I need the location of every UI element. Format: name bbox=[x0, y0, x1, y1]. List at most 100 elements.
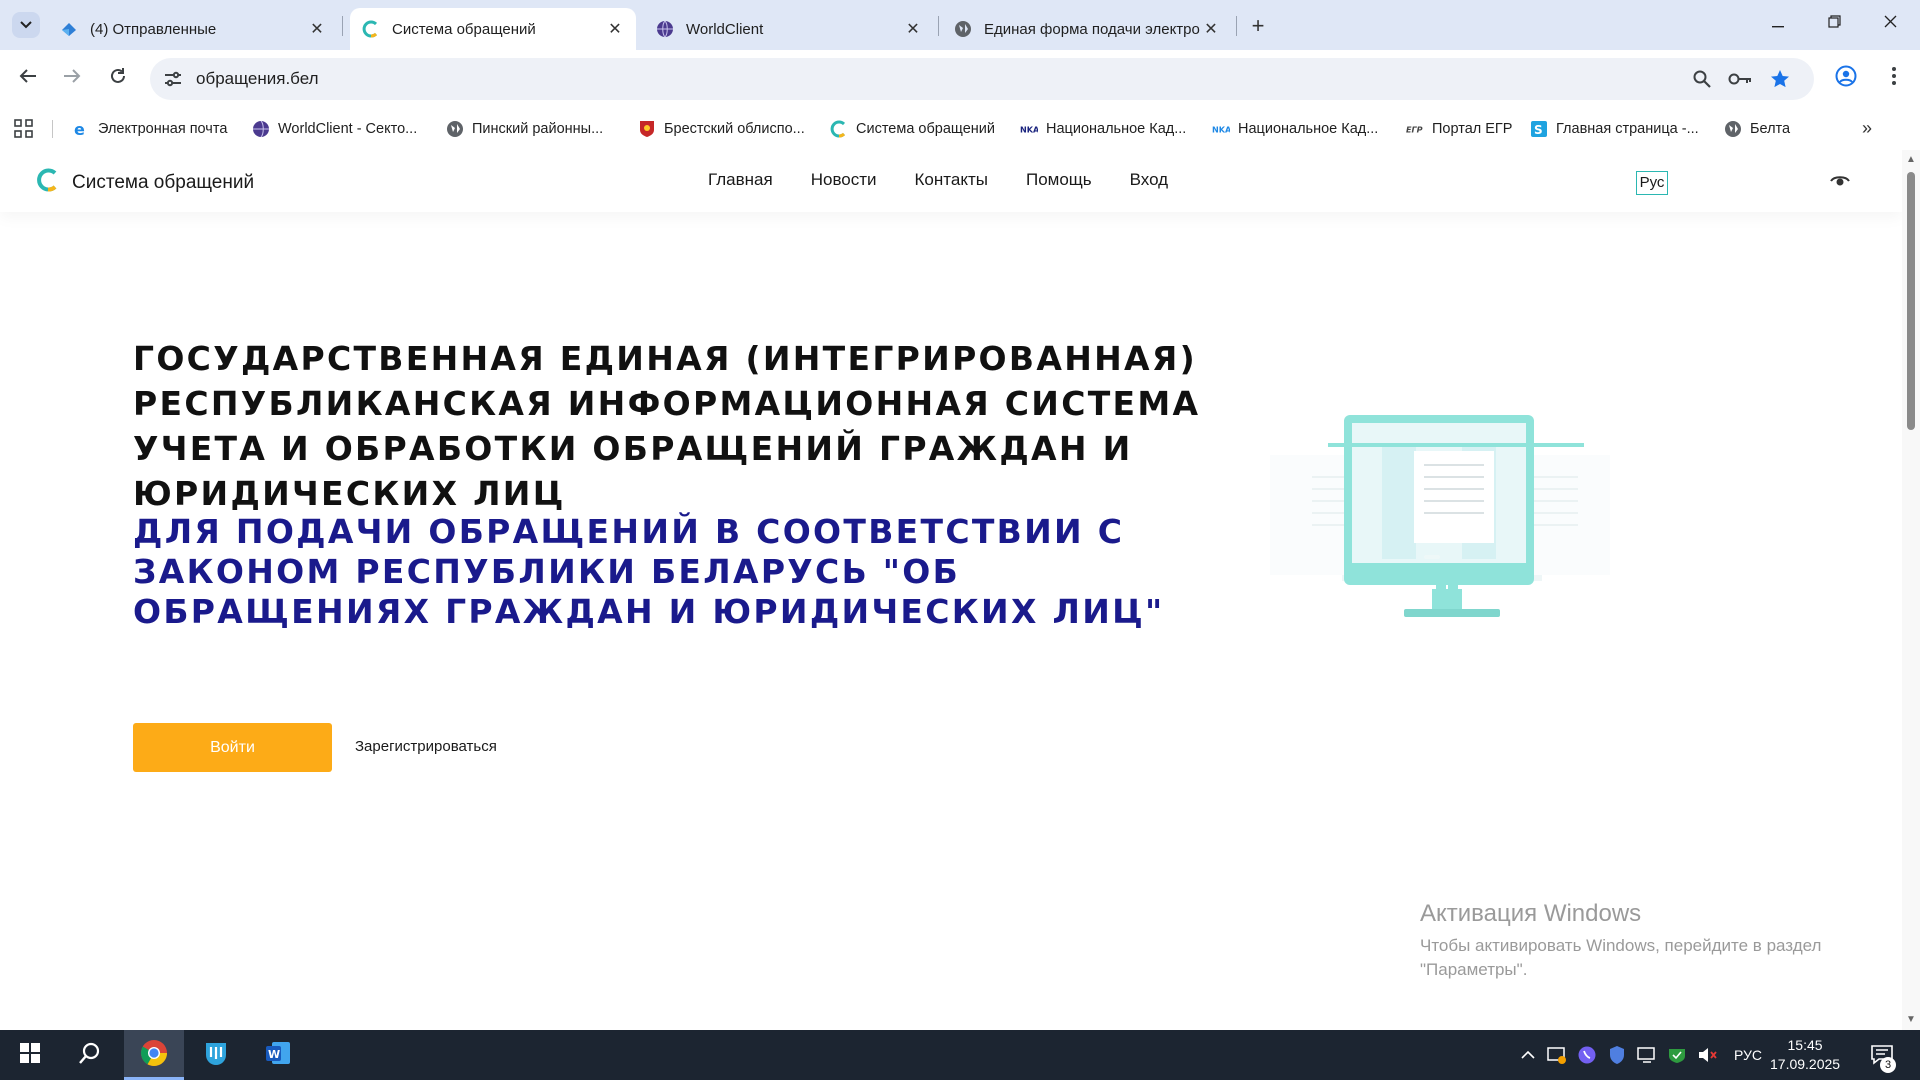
language-selector[interactable]: Рус bbox=[1636, 171, 1668, 195]
close-window-button[interactable] bbox=[1862, 8, 1918, 40]
bookmark-label: Брестский облиспо... bbox=[664, 121, 805, 137]
tab-appeals-system[interactable]: Система обращений ✕ bbox=[350, 8, 636, 50]
menu-item-help[interactable]: Помощь bbox=[1026, 170, 1092, 190]
bookmark-belta[interactable]: Белта bbox=[1724, 118, 1790, 140]
site-settings-icon[interactable] bbox=[162, 68, 184, 90]
notifications-icon[interactable] bbox=[1862, 1030, 1902, 1080]
tab-unified-form[interactable]: Единая форма подачи электро ✕ bbox=[942, 8, 1232, 50]
search-button[interactable] bbox=[60, 1030, 120, 1080]
search-icon bbox=[78, 1041, 102, 1070]
tab-search-button[interactable] bbox=[12, 12, 40, 38]
close-tab-icon[interactable]: ✕ bbox=[904, 20, 922, 38]
tab-separator bbox=[1236, 16, 1237, 36]
scroll-down-icon[interactable]: ▼ bbox=[1906, 1014, 1916, 1025]
computer-illustration bbox=[1270, 415, 1610, 640]
web-page: Система обращений Главная Новости Контак… bbox=[0, 150, 1902, 1030]
nka-logo-icon: NKA bbox=[1020, 120, 1038, 138]
tray-update-icon[interactable] bbox=[1544, 1030, 1570, 1080]
globe-icon bbox=[446, 120, 464, 138]
bookmark-worldclient[interactable]: WorldClient - Секто... bbox=[252, 118, 417, 140]
apps-grid-icon[interactable] bbox=[14, 119, 34, 144]
tab-title: WorldClient bbox=[686, 20, 764, 38]
tab-worldclient[interactable]: WorldClient ✕ bbox=[644, 8, 934, 50]
site-header: Система обращений Главная Новости Контак… bbox=[0, 150, 1902, 212]
restore-icon bbox=[1827, 15, 1841, 33]
windows-taskbar: W РУС 15:45 17.09.2025 3 bbox=[0, 1030, 1920, 1080]
globe-purple-icon bbox=[252, 120, 270, 138]
scroll-thumb[interactable] bbox=[1907, 172, 1915, 430]
zoom-icon[interactable] bbox=[1690, 67, 1714, 91]
bookmark-main-page[interactable]: S Главная страница -... bbox=[1530, 118, 1699, 140]
bookmark-email[interactable]: e Электронная почта bbox=[72, 118, 227, 140]
antivirus-icon[interactable] bbox=[1664, 1030, 1690, 1080]
globe-icon bbox=[1724, 120, 1742, 138]
bookmarks-divider bbox=[52, 120, 53, 138]
more-bookmarks-icon[interactable]: » bbox=[1862, 118, 1872, 139]
new-tab-button[interactable]: + bbox=[1244, 12, 1272, 40]
brand-name: Система обращений bbox=[72, 171, 255, 193]
tab-separator bbox=[938, 16, 939, 36]
tab-sent[interactable]: (4) Отправленные ✕ bbox=[48, 8, 338, 50]
eye-icon[interactable] bbox=[1830, 174, 1850, 193]
address-bar[interactable]: обращения.бел bbox=[150, 58, 1814, 100]
taskbar-chrome[interactable] bbox=[124, 1030, 184, 1080]
key-icon[interactable] bbox=[1728, 67, 1752, 91]
bookmark-pinsk[interactable]: Пинский районны... bbox=[446, 118, 603, 140]
bookmark-brest[interactable]: Брестский облиспо... bbox=[638, 118, 805, 140]
volume-muted-icon[interactable] bbox=[1694, 1030, 1720, 1080]
page-scrollbar[interactable]: ▲ ▼ bbox=[1902, 150, 1920, 1030]
svg-text:W: W bbox=[268, 1048, 280, 1061]
bookmark-appeals[interactable]: Система обращений bbox=[830, 118, 995, 140]
network-icon[interactable] bbox=[1634, 1030, 1660, 1080]
menu-button[interactable] bbox=[1878, 62, 1910, 94]
reload-icon bbox=[109, 67, 127, 90]
globe-icon bbox=[954, 20, 972, 38]
profile-button[interactable] bbox=[1830, 62, 1862, 94]
reload-button[interactable] bbox=[102, 62, 134, 94]
system-clock[interactable]: 15:45 17.09.2025 bbox=[1770, 1036, 1840, 1074]
register-link[interactable]: Зарегистрироваться bbox=[355, 738, 497, 755]
bookmark-egr[interactable]: ЕГР Портал ЕГР bbox=[1406, 118, 1512, 140]
bookmarks-bar: e Электронная почта WorldClient - Секто.… bbox=[0, 108, 1920, 150]
login-button[interactable]: Войти bbox=[133, 723, 332, 772]
appeals-logo-icon bbox=[830, 120, 848, 138]
viber-icon[interactable] bbox=[1574, 1030, 1600, 1080]
site-brand[interactable]: Система обращений bbox=[36, 168, 254, 197]
svg-text:ЕГР: ЕГР bbox=[1406, 125, 1423, 135]
word-icon: W bbox=[264, 1039, 292, 1072]
bookmark-nka-1[interactable]: NKA Национальное Кад... bbox=[1020, 118, 1186, 140]
main-menu: Главная Новости Контакты Помощь Вход bbox=[708, 170, 1206, 190]
url-text[interactable]: обращения.бел bbox=[196, 58, 319, 100]
minimize-button[interactable] bbox=[1750, 8, 1806, 40]
bookmark-label: Пинский районны... bbox=[472, 121, 604, 137]
close-icon bbox=[1884, 15, 1897, 33]
menu-item-home[interactable]: Главная bbox=[708, 170, 773, 190]
taskbar-app-blue[interactable] bbox=[186, 1030, 246, 1080]
plus-icon: + bbox=[1251, 13, 1265, 38]
appeals-logo-icon bbox=[362, 20, 380, 38]
input-language[interactable]: РУС bbox=[1728, 1030, 1768, 1080]
start-button[interactable] bbox=[0, 1030, 60, 1080]
activation-text: Чтобы активировать Windows, перейдите в … bbox=[1420, 936, 1822, 979]
close-tab-icon[interactable]: ✕ bbox=[308, 20, 326, 38]
tray-overflow-icon[interactable] bbox=[1516, 1030, 1540, 1080]
forward-button[interactable] bbox=[56, 62, 88, 94]
menu-item-contacts[interactable]: Контакты bbox=[915, 170, 988, 190]
windows-activation-watermark: Активация Windows Чтобы активировать Win… bbox=[1420, 900, 1860, 982]
bookmark-nka-2[interactable]: NKA Национальное Кад... bbox=[1212, 118, 1378, 140]
bookmark-label: Система обращений bbox=[856, 121, 995, 137]
menu-item-news[interactable]: Новости bbox=[811, 170, 877, 190]
close-tab-icon[interactable]: ✕ bbox=[606, 20, 624, 38]
shield-tray-icon[interactable] bbox=[1604, 1030, 1630, 1080]
close-tab-icon[interactable]: ✕ bbox=[1202, 20, 1220, 38]
taskbar-word[interactable]: W bbox=[248, 1030, 308, 1080]
clock-date: 17.09.2025 bbox=[1770, 1056, 1841, 1072]
restore-button[interactable] bbox=[1806, 8, 1862, 40]
more-vert-icon bbox=[1892, 66, 1896, 90]
star-icon[interactable] bbox=[1768, 67, 1792, 91]
bookmark-label: Главная страница -... bbox=[1556, 121, 1699, 137]
scroll-up-icon[interactable]: ▲ bbox=[1906, 154, 1916, 165]
menu-item-login[interactable]: Вход bbox=[1130, 170, 1168, 190]
ie-icon: e bbox=[72, 120, 90, 138]
back-button[interactable] bbox=[12, 62, 44, 94]
